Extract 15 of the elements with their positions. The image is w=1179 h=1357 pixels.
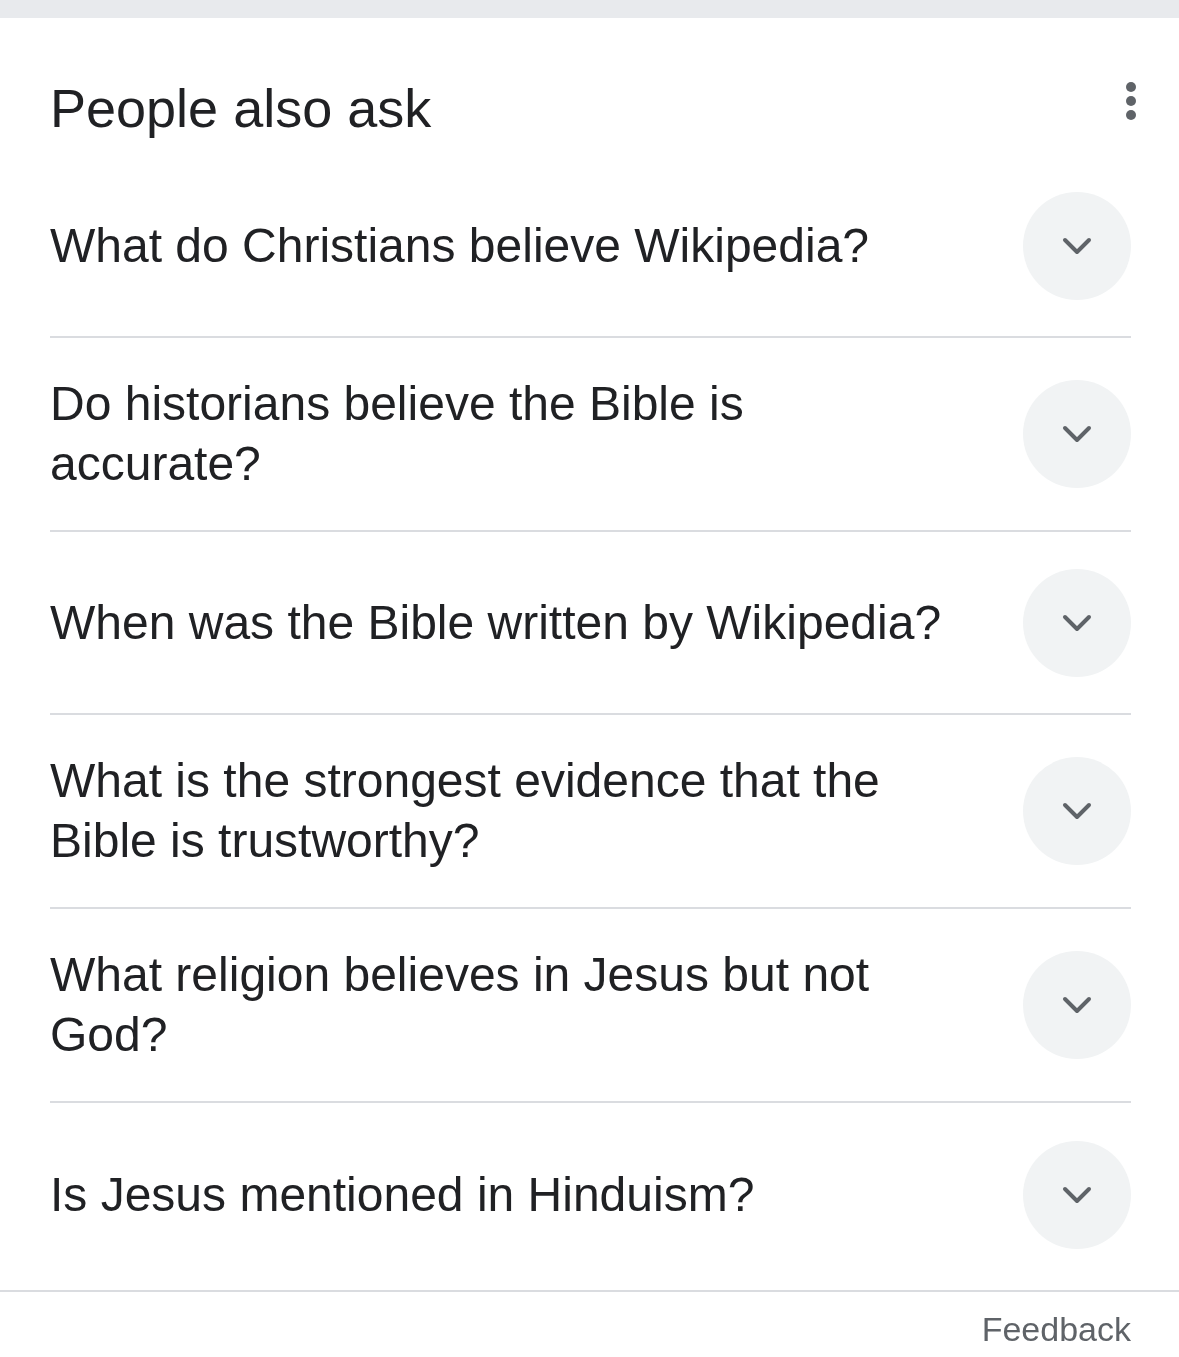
question-text[interactable]: What is the strongest evidence that the Bible is trustworthy?	[50, 751, 955, 871]
chevron-icon	[1062, 425, 1092, 443]
chevron-icon	[1062, 996, 1092, 1014]
question-text[interactable]: Is Jesus mentioned in Hinduism?	[50, 1164, 755, 1225]
feedback-link[interactable]: Feedback	[981, 1310, 1131, 1357]
chevron-icon	[1062, 236, 1092, 255]
question-text[interactable]: When was the Bible written by Wikipedia?	[50, 592, 942, 653]
section-title: People also ask	[50, 76, 432, 139]
chevron-icon	[1062, 1185, 1092, 1204]
vertical-dots-icon	[1125, 80, 1137, 121]
chevron-icon	[1062, 802, 1092, 820]
question-text[interactable]: What do Christians believe Wikipedia?	[50, 215, 870, 276]
question-text[interactable]: What religion believes in Jesus but not God?	[50, 945, 955, 1065]
question-text[interactable]: Do historians believe the Bible is accurate?	[50, 374, 955, 494]
chevron-icon	[1062, 613, 1092, 632]
